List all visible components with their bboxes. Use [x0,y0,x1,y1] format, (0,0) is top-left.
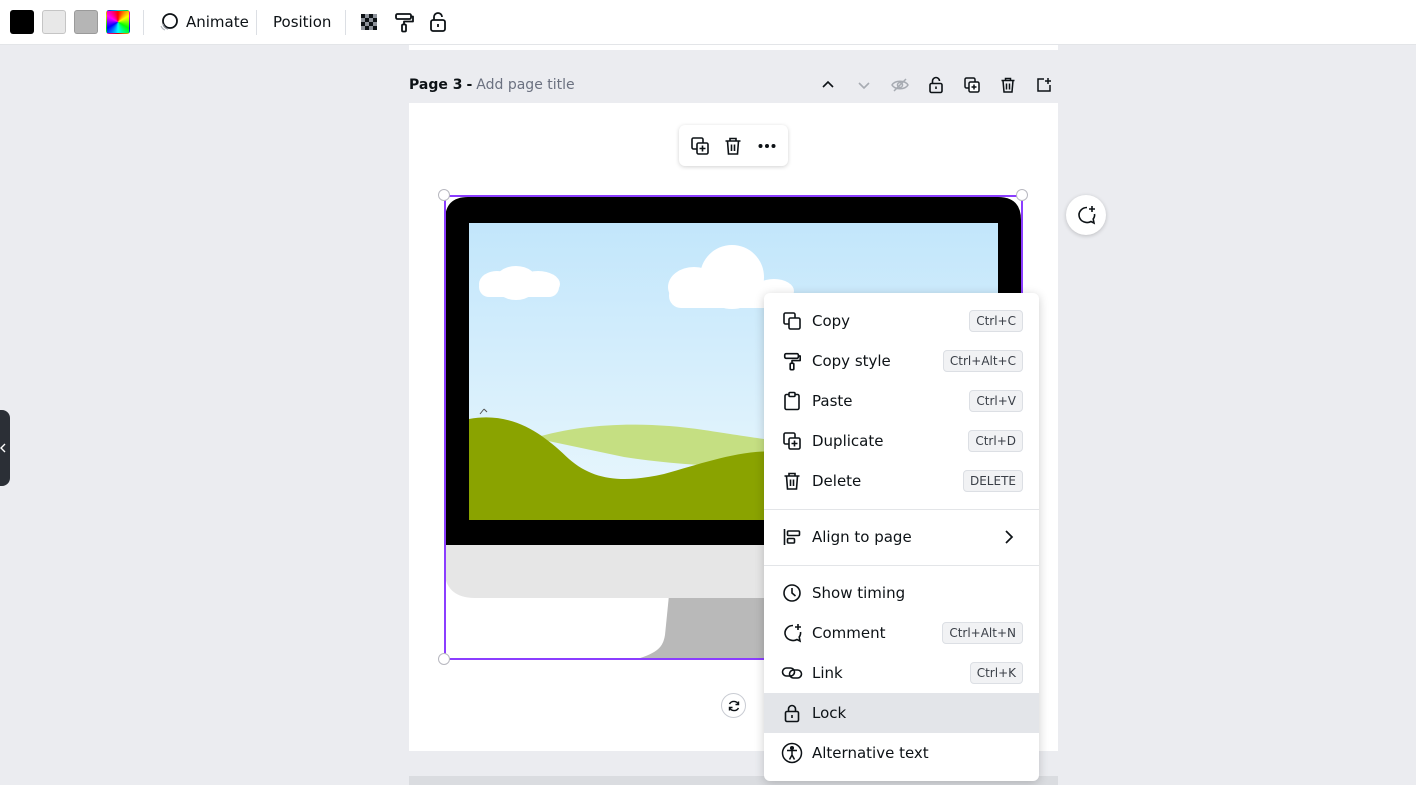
link-icon [780,661,804,685]
shortcut-badge: Ctrl+Alt+N [942,622,1023,644]
menu-item-alternative-text[interactable]: Alternative text [764,733,1039,773]
paint-roller-icon[interactable] [391,9,417,35]
duplicate-page-icon[interactable] [959,72,985,98]
add-comment-button[interactable] [1066,195,1106,235]
menu-item-delete[interactable]: Delete DELETE [764,461,1039,501]
animate-icon [160,13,178,31]
position-label: Position [273,13,332,31]
menu-item-label: Duplicate [812,432,884,450]
lock-open-icon[interactable] [425,9,451,35]
toolbar-divider [143,10,144,35]
paint-roller-icon [780,349,804,373]
menu-divider [764,509,1039,510]
chevron-left-icon [0,443,6,453]
menu-item-label: Link [812,664,843,682]
trash-icon[interactable] [720,133,746,159]
context-menu: Copy Ctrl+C Copy style Ctrl+Alt+C Paste … [764,293,1039,781]
page-title-separator: - [466,77,473,93]
rotate-handle[interactable] [721,693,746,718]
previous-page-edge [409,45,1058,50]
add-page-icon[interactable] [1031,72,1057,98]
duplicate-icon[interactable] [687,133,713,159]
menu-item-copy[interactable]: Copy Ctrl+C [764,301,1039,341]
page-title: Page 3 - Add page title [409,74,575,96]
transparency-icon[interactable] [356,9,382,35]
clock-icon [780,581,804,605]
toolbar-divider [256,10,257,35]
duplicate-icon [780,429,804,453]
menu-item-duplicate[interactable]: Duplicate Ctrl+D [764,421,1039,461]
copy-icon [780,309,804,333]
side-panel-toggle[interactable] [0,410,10,486]
shortcut-badge: Ctrl+D [968,430,1023,452]
menu-item-label: Align to page [812,528,912,546]
menu-item-link[interactable]: Link Ctrl+K [764,653,1039,693]
trash-icon [780,469,804,493]
color-swatch-light-gray[interactable] [42,10,66,34]
resize-handle-top-left[interactable] [438,189,450,201]
toolbar-divider [345,10,346,35]
animate-label: Animate [186,13,249,31]
menu-item-label: Alternative text [812,744,929,762]
rotate-icon [728,700,739,711]
page-number-label: Page 3 [409,77,463,93]
shortcut-badge: DELETE [962,470,1023,492]
menu-item-label: Show timing [812,584,906,602]
rainbow-color-picker-icon[interactable] [106,10,130,34]
menu-item-label: Copy style [812,352,891,370]
menu-item-align-to-page[interactable]: Align to page [764,517,1039,557]
shortcut-badge: Ctrl+Alt+C [942,350,1023,372]
shortcut-badge: Ctrl+V [969,390,1023,412]
color-swatch-gray[interactable] [74,10,98,34]
shortcut-badge: Ctrl+C [969,310,1023,332]
menu-item-show-timing[interactable]: Show timing [764,573,1039,613]
menu-item-label: Copy [812,312,851,330]
chevron-up-icon[interactable] [815,72,841,98]
page-title-input[interactable]: Add page title [476,77,574,93]
menu-item-label: Lock [812,704,847,722]
comment-add-icon [780,621,804,645]
hide-icon[interactable] [887,72,913,98]
menu-divider [764,565,1039,566]
chevron-down-icon[interactable] [851,72,877,98]
menu-item-label: Comment [812,624,886,642]
menu-item-paste[interactable]: Paste Ctrl+V [764,381,1039,421]
menu-item-label: Delete [812,472,862,490]
comment-add-icon [1078,206,1096,225]
resize-handle-bottom-left[interactable] [438,653,450,665]
clipboard-icon [780,389,804,413]
animate-button[interactable]: Animate [152,6,255,38]
color-swatch-black[interactable] [10,10,34,34]
menu-item-lock[interactable]: Lock [764,693,1039,733]
menu-item-copy-style[interactable]: Copy style Ctrl+Alt+C [764,341,1039,381]
accessibility-icon [780,741,804,765]
menu-item-comment[interactable]: Comment Ctrl+Alt+N [764,613,1039,653]
editor-toolbar: Animate Position [0,0,1416,45]
menu-item-label: Paste [812,392,853,410]
shortcut-badge: Ctrl+K [969,662,1023,684]
lock-icon[interactable] [923,72,949,98]
resize-handle-top-right[interactable] [1016,189,1028,201]
lock-icon [780,701,804,725]
more-icon[interactable] [754,133,780,159]
position-button[interactable]: Position [267,6,337,38]
element-toolbar [679,125,788,166]
align-left-icon [780,525,804,549]
chevron-right-icon [999,527,1019,547]
delete-page-icon[interactable] [995,72,1021,98]
